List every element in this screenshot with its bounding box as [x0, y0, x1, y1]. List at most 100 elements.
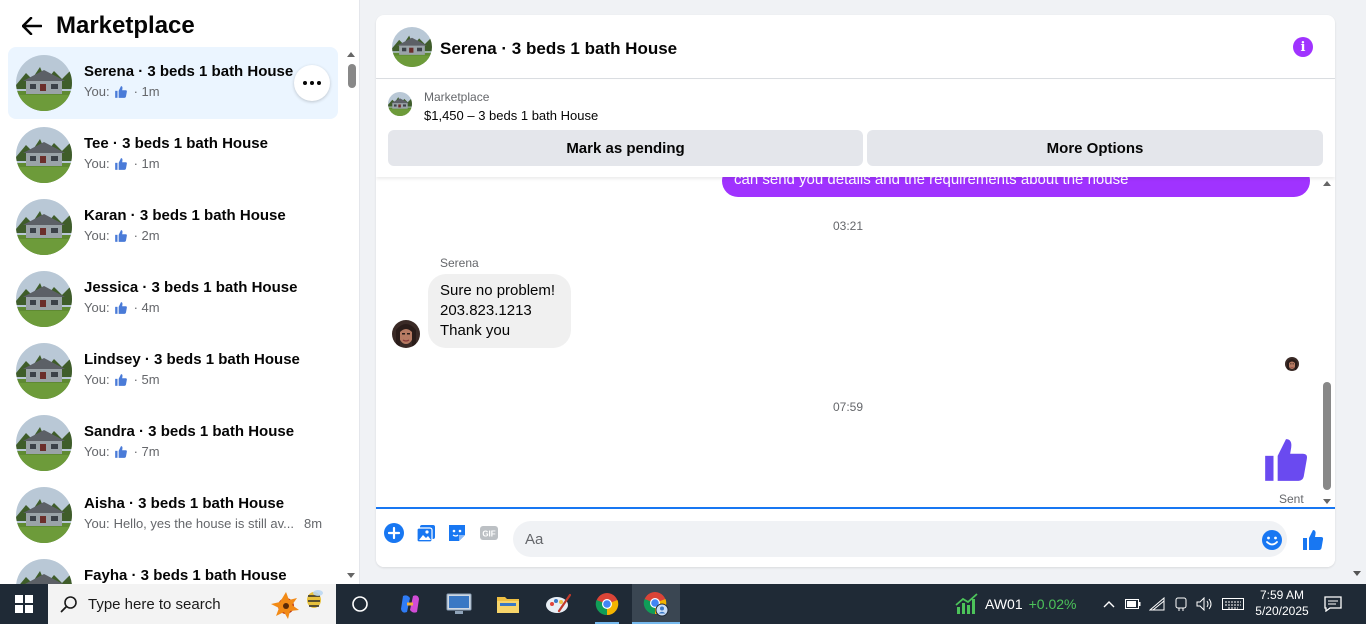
- chat-panel: Serena · 3 beds 1 bath House i Marketpla…: [376, 15, 1335, 567]
- scroll-down-arrow-icon[interactable]: [347, 573, 355, 578]
- seen-indicator-avatar: [1285, 357, 1299, 371]
- message-status: Sent: [1279, 492, 1304, 506]
- conversation-item[interactable]: Serena · 3 beds 1 bath House You: · 1m: [8, 47, 338, 119]
- taskbar-app-chrome[interactable]: [583, 584, 631, 624]
- listing-price[interactable]: $1,450 – 3 beds 1 bath House: [424, 108, 598, 123]
- taskbar-app-copilot[interactable]: [386, 584, 434, 624]
- volume-icon: [1196, 597, 1212, 611]
- scroll-down-arrow-icon[interactable]: [1323, 499, 1331, 504]
- sidebar-header: Marketplace: [0, 0, 359, 48]
- conversation-item[interactable]: Tee · 3 beds 1 bath House You: · 1m: [8, 119, 338, 191]
- thumbs-up-icon: [113, 157, 129, 171]
- conversation-time: · 7m: [133, 444, 160, 459]
- more-options-icon[interactable]: [294, 65, 330, 101]
- start-button[interactable]: [0, 584, 48, 624]
- message-composer: GIF: [376, 507, 1335, 567]
- folder-icon: [497, 597, 519, 613]
- sidebar-scrollbar[interactable]: [345, 48, 357, 584]
- emoji-icon[interactable]: [1261, 529, 1283, 551]
- conversation-item[interactable]: Aisha · 3 beds 1 bath House You: Hello, ye…: [8, 479, 338, 551]
- conversation-sender-prefix: You:: [84, 228, 110, 243]
- chrome-profile-icon: [643, 592, 669, 617]
- taskbar-clock[interactable]: 7:59 AM 5/20/2025: [1252, 587, 1312, 619]
- notification-icon: [1324, 596, 1342, 612]
- sticker-icon[interactable]: [446, 522, 468, 544]
- conversation-name: Serena · 3 beds 1 bath House: [84, 63, 294, 80]
- taskbar-app-chrome-profile[interactable]: [632, 584, 680, 624]
- plus-icon[interactable]: [383, 522, 405, 544]
- message-scrollbar[interactable]: [1321, 177, 1333, 508]
- keyboard-tray-button[interactable]: [1220, 584, 1246, 624]
- taskbar-app-paint[interactable]: [534, 584, 582, 624]
- thumbs-up-icon: [113, 301, 129, 315]
- clock-date: 5/20/2025: [1255, 604, 1309, 618]
- message-input[interactable]: [513, 521, 1287, 557]
- conversation-time: · 1m: [133, 84, 160, 99]
- info-icon[interactable]: i: [1293, 37, 1313, 57]
- palette-icon: [546, 593, 571, 613]
- message-line: 203.823.1213: [440, 302, 532, 319]
- scrollbar-thumb[interactable]: [348, 64, 356, 88]
- taskbar-search-box[interactable]: Type here to search: [48, 584, 336, 624]
- conversation-avatar: [16, 343, 72, 399]
- conversation-avatar: [16, 415, 72, 471]
- page-scroll-down-icon[interactable]: [1353, 571, 1361, 576]
- conversation-preview: Hello, yes the house is still av...: [113, 516, 294, 531]
- show-hidden-icons-button[interactable]: [1098, 584, 1120, 624]
- conversation-avatar: [16, 487, 72, 543]
- device-tray-button[interactable]: [1170, 584, 1192, 624]
- chrome-icon: [595, 593, 619, 616]
- back-button[interactable]: [20, 14, 44, 38]
- conversation-name: Sandra · 3 beds 1 bath House: [84, 423, 295, 440]
- thumbs-up-icon[interactable]: [1301, 528, 1325, 552]
- listing-thumbnail[interactable]: [388, 92, 412, 116]
- large-thumbs-up-icon[interactable]: [1260, 435, 1312, 485]
- scroll-up-arrow-icon[interactable]: [1323, 181, 1331, 186]
- conversation-time: · 2m: [133, 228, 160, 243]
- taskbar-app-file-explorer[interactable]: [484, 584, 532, 624]
- conversation-sidebar: Marketplace Serena · 3 beds 1 bath House…: [0, 0, 360, 584]
- thumbs-up-icon: [113, 85, 129, 99]
- mark-as-pending-button[interactable]: Mark as pending: [388, 130, 863, 166]
- listing-label: Marketplace: [424, 90, 490, 104]
- conversation-name: Jessica · 3 beds 1 bath House: [84, 279, 298, 296]
- thumbs-up-icon: [113, 445, 129, 459]
- more-options-button[interactable]: More Options: [867, 130, 1323, 166]
- conversation-name: Fayha · 3 beds 1 bath House: [84, 567, 287, 584]
- wifi-tray-button[interactable]: [1146, 584, 1168, 624]
- conversation-item[interactable]: Karan · 3 beds 1 bath House You: · 2m: [8, 191, 338, 263]
- sender-avatar[interactable]: [392, 320, 420, 348]
- task-view-icon: [352, 596, 368, 612]
- listing-bar: Marketplace $1,450 – 3 beds 1 bath House…: [376, 80, 1335, 177]
- message-line: Thank you: [440, 322, 511, 339]
- chat-title[interactable]: Serena · 3 beds 1 bath House: [440, 39, 677, 59]
- conversation-name: Lindsey · 3 beds 1 bath House: [84, 351, 300, 368]
- task-view-button[interactable]: [336, 584, 384, 624]
- search-highlight-flower-icon: [271, 590, 323, 619]
- photo-icon[interactable]: [415, 522, 437, 544]
- chat-header: Serena · 3 beds 1 bath House i: [376, 15, 1335, 79]
- stock-widget[interactable]: AW01 +0.02%: [955, 584, 1076, 624]
- conversation-sender-prefix: You:: [84, 300, 110, 315]
- conversation-item[interactable]: Lindsey · 3 beds 1 bath House You: · 5m: [8, 335, 338, 407]
- chevron-up-icon: [1103, 601, 1115, 608]
- conversation-list: Serena · 3 beds 1 bath House You: · 1m Tee …: [8, 47, 338, 584]
- conversation-item[interactable]: Sandra · 3 beds 1 bath House You: · 7m: [8, 407, 338, 479]
- taskbar-app-remote-desktop[interactable]: [435, 584, 483, 624]
- chat-avatar[interactable]: [392, 27, 432, 67]
- incoming-message-bubble[interactable]: Sure no problem! 203.823.1213 Thank you: [428, 274, 571, 348]
- scrollbar-thumb[interactable]: [1323, 382, 1331, 490]
- windows-taskbar: Type here to search AW01 +0.02% 7:59 AM …: [0, 584, 1366, 624]
- gif-icon[interactable]: GIF: [478, 522, 500, 544]
- conversation-item[interactable]: Fayha · 3 beds 1 bath House: [8, 551, 338, 584]
- volume-tray-button[interactable]: [1194, 584, 1216, 624]
- battery-tray-button[interactable]: [1122, 584, 1144, 624]
- conversation-sender-prefix: You:: [84, 156, 110, 171]
- scroll-up-arrow-icon[interactable]: [347, 52, 355, 57]
- arrow-left-icon: [22, 17, 42, 35]
- conversation-avatar: [16, 271, 72, 327]
- message-thread: can send you details and the requirement…: [376, 177, 1335, 508]
- conversation-item[interactable]: Jessica · 3 beds 1 bath House You: · 4m: [8, 263, 338, 335]
- notification-center-button[interactable]: [1318, 584, 1348, 624]
- outgoing-message-bubble[interactable]: can send you details and the requirement…: [722, 177, 1310, 197]
